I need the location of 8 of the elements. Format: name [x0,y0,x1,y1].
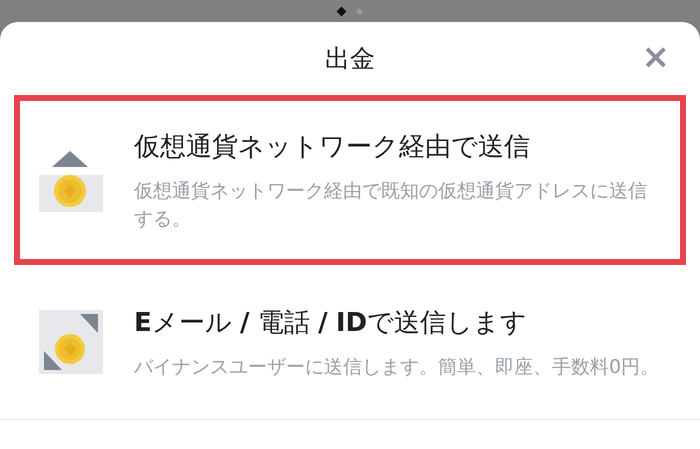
option-title: 仮想通貨ネットワーク経由で送信 [134,130,531,164]
option-description: 仮想通貨ネットワーク経由で既知の仮想通貨アドレスに送信する。 [134,178,648,232]
option-description: バイナンスユーザーに送信します。簡単、即座、手数料0円。 [134,354,660,380]
sheet-title: 出金 [325,42,375,75]
send-option[interactable]: Eメール / 電話 / IDで送信します バイナンスユーザーに送信します。簡単、即座、手数料0円。 [0,265,700,420]
send-option[interactable]: 仮想通貨ネットワーク経由で送信 仮想通貨ネットワーク経由で既知の仮想通貨アドレスに送信する。 [14,95,686,265]
option-title: Eメール / 電話 / IDで送信します [134,306,528,340]
coin-transfer-icon [38,309,104,375]
